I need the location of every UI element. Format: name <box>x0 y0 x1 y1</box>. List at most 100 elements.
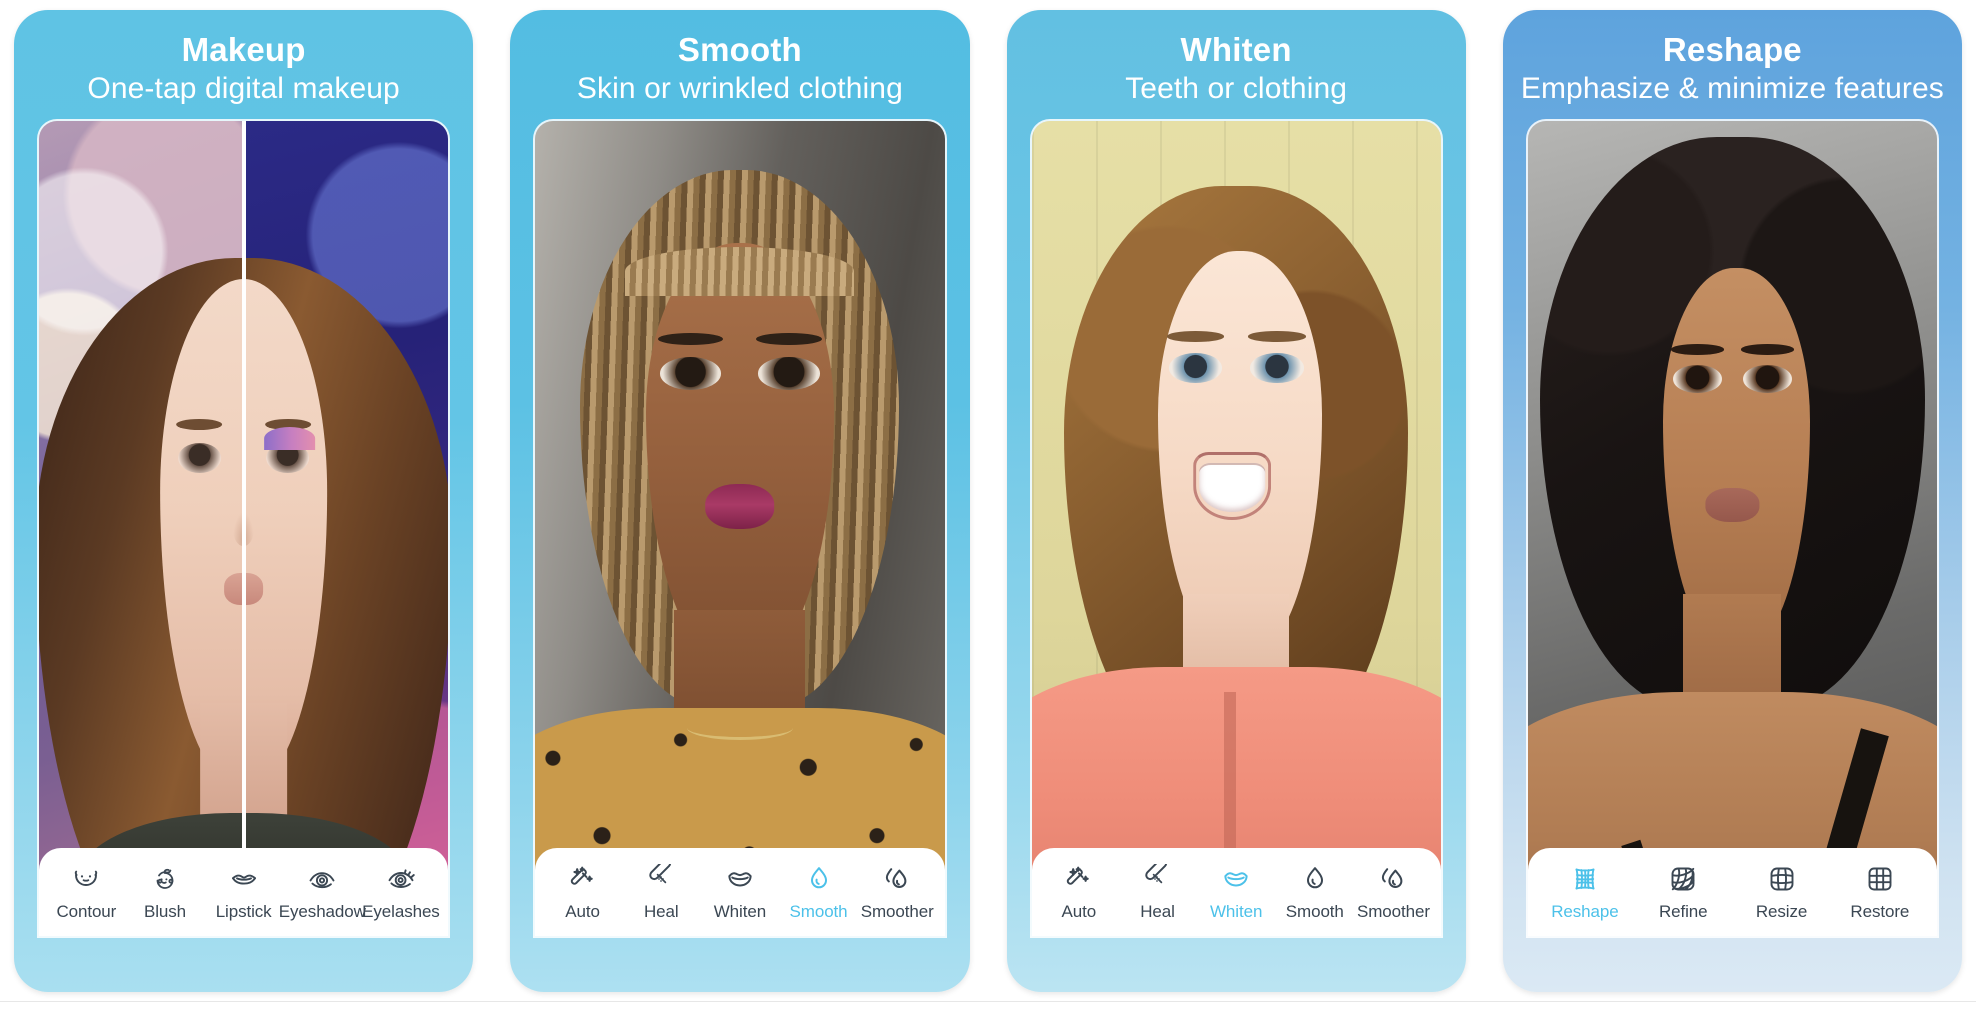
tool-whiten[interactable]: Whiten <box>701 864 780 922</box>
tool-label: Reshape <box>1551 902 1619 921</box>
panel-header: Smooth Skin or wrinkled clothing <box>510 10 969 121</box>
eyebrow-left <box>1670 344 1725 355</box>
photo-dark-curly-hair-portrait <box>1527 120 1937 936</box>
tool-label: Whiten <box>713 902 767 921</box>
tool-label: Refine <box>1658 902 1708 921</box>
photo-braided-hair-portrait <box>535 120 945 936</box>
makeup-toolbar: Contour Blush Lipstick Eyeshadow Eyelash… <box>39 848 449 936</box>
phone-frame: Reshape Refine Resize Restore <box>1527 120 1937 936</box>
panel-title: Reshape <box>1662 31 1802 68</box>
tool-label: Blush <box>143 902 186 921</box>
tool-label: Eyeshadow <box>278 902 366 921</box>
panel-header: Whiten Teeth or clothing <box>1007 10 1466 121</box>
double-droplet-icon <box>882 864 912 894</box>
tool-resize[interactable]: Resize <box>1732 864 1830 922</box>
tool-label: Heal <box>1140 902 1175 921</box>
tool-smoother[interactable]: Smoother <box>1354 864 1433 922</box>
panel-header: Makeup One-tap digital makeup <box>14 10 473 121</box>
tool-lipstick[interactable]: Lipstick <box>204 864 283 922</box>
tool-reshape[interactable]: Reshape <box>1536 864 1634 922</box>
panel-whiten: Whiten Teeth or clothing Auto Heal White… <box>1006 10 1466 992</box>
panel-subtitle: One-tap digital makeup <box>87 71 400 105</box>
eye-right <box>1742 365 1792 394</box>
tool-eyelashes[interactable]: Eyelashes <box>362 864 441 922</box>
panel-footer-space <box>510 936 969 992</box>
tool-eyeshadow[interactable]: Eyeshadow <box>279 864 366 922</box>
blush-icon <box>150 864 180 894</box>
eyebrow-right <box>1740 344 1794 355</box>
tool-label: Smoother <box>860 902 934 921</box>
eyebrow-right <box>756 332 822 346</box>
panel-footer-space <box>1007 936 1466 992</box>
droplet-icon <box>1300 864 1330 894</box>
lipstick-icon <box>229 864 259 894</box>
tool-contour[interactable]: Contour <box>47 864 126 922</box>
tool-smooth[interactable]: Smooth <box>1275 864 1354 922</box>
panel-title: Smooth <box>677 31 802 68</box>
tool-label: Contour <box>56 902 117 921</box>
tool-label: Restore <box>1850 902 1910 921</box>
photo-curly-hair-smiling-portrait <box>1031 120 1441 936</box>
phone-frame: Auto Heal Whiten Smooth Smoother <box>535 120 945 936</box>
photo-before-after-makeup-portrait <box>39 120 449 936</box>
eye-right <box>1250 353 1304 383</box>
phone-frame: Contour Blush Lipstick Eyeshadow Eyelash… <box>39 120 449 936</box>
before-after-divider[interactable] <box>241 120 246 936</box>
panel-footer-space <box>1503 936 1962 992</box>
panel-title: Makeup <box>181 31 306 68</box>
lips <box>1705 487 1759 522</box>
tool-label: Whiten <box>1209 902 1263 921</box>
bandage-icon <box>1142 864 1172 894</box>
tool-whiten[interactable]: Whiten <box>1197 864 1276 922</box>
double-droplet-icon <box>1378 864 1408 894</box>
panel-title: Whiten <box>1180 31 1292 68</box>
smooth-toolbar: Auto Heal Whiten Smooth Smoother <box>535 848 945 936</box>
panel-reshape: Reshape Emphasize & minimize features Re… <box>1502 10 1962 992</box>
droplet-icon <box>804 864 834 894</box>
warp-grid-icon <box>1570 864 1600 894</box>
lips <box>705 483 775 530</box>
tool-heal[interactable]: Heal <box>622 864 701 922</box>
tool-auto[interactable]: Auto <box>1040 864 1119 922</box>
tool-label: Auto <box>1061 902 1097 921</box>
eye-left <box>177 443 221 474</box>
panel-makeup: Makeup One-tap digital makeup Contour Bl… <box>14 10 474 992</box>
panel-smooth: Smooth Skin or wrinkled clothing Auto He… <box>510 10 970 992</box>
panel-header: Reshape Emphasize & minimize features <box>1503 10 1962 121</box>
eye-right <box>758 357 820 390</box>
feature-panels: Makeup One-tap digital makeup Contour Bl… <box>0 0 1976 992</box>
magic-wand-icon <box>1064 864 1094 894</box>
tool-label: Eyelashes <box>362 902 440 921</box>
tool-blush[interactable]: Blush <box>126 864 205 922</box>
eyeshadow-icon <box>307 864 337 894</box>
whiten-toolbar: Auto Heal Whiten Smooth Smoother <box>1031 848 1441 936</box>
magic-wand-icon <box>568 864 598 894</box>
eye-left <box>660 357 722 390</box>
contour-icon <box>71 864 101 894</box>
panel-subtitle: Teeth or clothing <box>1125 71 1348 105</box>
restore-grid-icon <box>1865 864 1895 894</box>
refine-grid-icon <box>1668 864 1698 894</box>
tool-heal[interactable]: Heal <box>1118 864 1197 922</box>
eyebrow-left <box>1166 331 1224 342</box>
tool-refine[interactable]: Refine <box>1634 864 1732 922</box>
eyelashes-icon <box>386 864 416 894</box>
tool-label: Resize <box>1755 902 1808 921</box>
tool-label: Smooth <box>1285 902 1344 921</box>
tool-smooth[interactable]: Smooth <box>779 864 858 922</box>
eyebrow-left <box>176 419 223 431</box>
reshape-toolbar: Reshape Refine Resize Restore <box>1527 848 1937 936</box>
tool-label: Heal <box>643 902 679 921</box>
page-divider <box>0 1001 1976 1002</box>
resize-grid-icon <box>1767 864 1797 894</box>
bandage-icon <box>646 864 676 894</box>
tool-restore[interactable]: Restore <box>1831 864 1929 922</box>
tool-auto[interactable]: Auto <box>543 864 622 922</box>
teeth-smile-icon <box>725 864 755 894</box>
tool-smoother[interactable]: Smoother <box>858 864 937 922</box>
tool-label: Smoother <box>1357 902 1430 921</box>
panel-subtitle: Skin or wrinkled clothing <box>576 71 903 105</box>
tool-label: Lipstick <box>215 902 272 921</box>
eyeshadow-applied <box>263 426 315 450</box>
panel-footer-space <box>14 936 473 992</box>
